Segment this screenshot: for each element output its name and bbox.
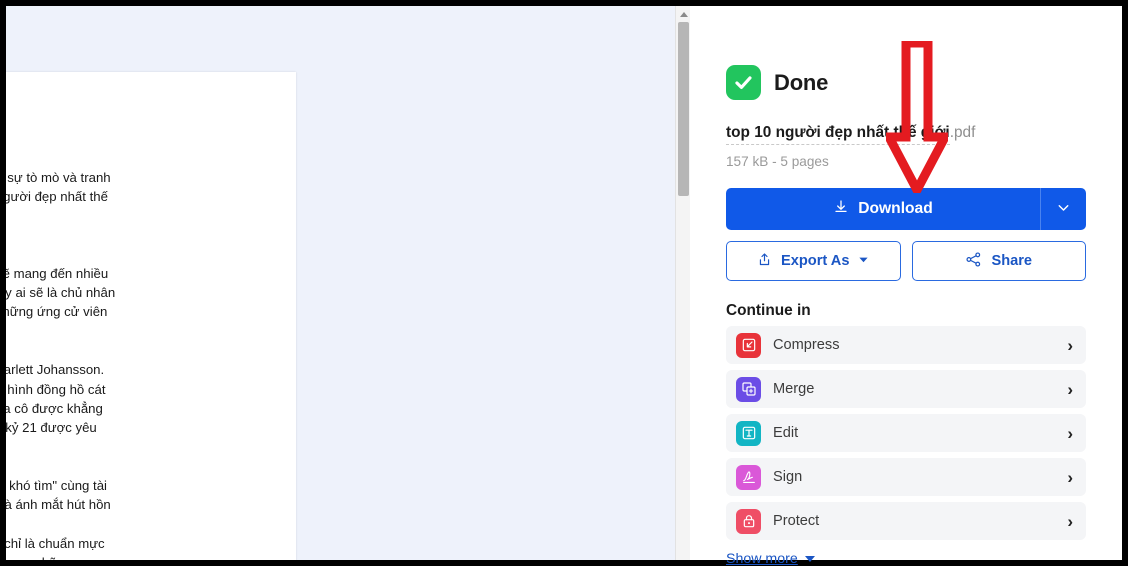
chevron-right-icon: ›	[1067, 335, 1073, 355]
chevron-right-icon: ›	[1067, 467, 1073, 487]
download-button[interactable]: Download	[726, 188, 1040, 230]
scroll-up-arrow-icon[interactable]	[676, 7, 690, 21]
result-panel: Done top 10 người đẹp nhất thế giới .pdf…	[690, 6, 1122, 566]
merge-icon	[736, 376, 761, 402]
document-line: ật mới đầy tiềm năng. Vậy ai sẽ là chủ n…	[6, 285, 116, 301]
document-line: nhất thế giới" hứa hẹn sẽ mang đến nhiều	[6, 265, 109, 281]
document-line: uôn là tâm điểm khơi gợi sự tò mò và tra…	[7, 170, 111, 185]
document-line: n sắc "đỉnh cao" với thân hình đồng hồ c…	[7, 381, 106, 397]
edit-icon	[736, 420, 761, 446]
document-line: g khám phá danh sách những ứng cử viên	[6, 304, 108, 320]
tool-item-merge[interactable]: Merge ›	[726, 370, 1086, 408]
document-line: ở hữu nhan sắc "hiếm có khó tìm" cùng tà…	[9, 477, 107, 493]
tool-item-label: Compress	[773, 337, 840, 353]
compress-icon	[736, 332, 761, 358]
caret-down-icon	[858, 253, 869, 269]
document-line: biểu tượng nhan sắc thế kỷ 21 được yêu	[6, 420, 97, 436]
chevron-right-icon: ›	[1067, 511, 1073, 531]
document-line: ic", Angelina Jolie không chỉ là chuẩn m…	[6, 535, 105, 551]
document-line: t thế giới" 2024!	[6, 322, 274, 341]
caret-down-icon	[804, 556, 815, 562]
download-button-group: Download	[726, 188, 1086, 230]
show-more-label: Show more	[726, 551, 798, 566]
continue-in-tool-list: Compress › Merge › Edit › Sign › Protect ›	[726, 326, 1086, 540]
tool-item-label: Edit	[773, 425, 799, 441]
status-row: Done	[726, 65, 1086, 100]
preview-scrollbar[interactable]	[675, 6, 690, 560]
document-line: oàn cầu.	[6, 514, 274, 533]
secondary-actions-row: Export As Share	[726, 241, 1086, 281]
document-line-gap	[6, 438, 274, 457]
download-options-button[interactable]	[1040, 188, 1086, 230]
chevron-right-icon: ›	[1067, 379, 1073, 399]
status-label: Done	[774, 69, 829, 95]
document-text-body: uôn là tâm điểm khơi gợi sự tò mò và tra…	[6, 168, 274, 560]
tool-item-sign[interactable]: Sign ›	[726, 458, 1086, 496]
document-line: hác lạ, đôi môi gợi cảm và ánh mắt hút h…	[6, 497, 111, 513]
tool-item-edit[interactable]: Edit ›	[726, 414, 1086, 452]
document-line: ng tôi khám phá top 10 người đẹp nhất th…	[6, 189, 108, 205]
tool-item-label: Sign	[773, 469, 803, 485]
share-up-icon	[757, 252, 772, 271]
document-line: thế giới đó là cô nàng Scarlett Johansso…	[6, 362, 105, 378]
tool-item-label: Merge	[773, 381, 815, 397]
file-name-row[interactable]: top 10 người đẹp nhất thế giới .pdf	[726, 124, 1086, 145]
check-icon	[726, 65, 761, 100]
export-as-label: Export As	[781, 253, 850, 269]
document-line: g gợi cảm Hollywood" của cô được khẳng	[6, 400, 103, 416]
chevron-down-icon	[1055, 199, 1072, 219]
share-button[interactable]: Share	[911, 241, 1086, 281]
tool-item-compress[interactable]: Compress ›	[726, 326, 1086, 364]
share-label: Share	[991, 253, 1033, 269]
sign-icon	[736, 464, 761, 490]
document-line: y bão cộng đồng mạng	[6, 226, 274, 245]
document-line: nh hưởng toàn cầu, vượt qua những quy	[6, 553, 274, 560]
scrollbar-thumb[interactable]	[678, 22, 689, 196]
file-extension: .pdf	[949, 124, 976, 141]
document-preview-pane: uôn là tâm điểm khơi gợi sự tò mò và tra…	[6, 6, 690, 560]
export-as-button[interactable]: Export As	[726, 241, 901, 281]
app-root: uôn là tâm điểm khơi gợi sự tò mò và tra…	[0, 0, 1128, 566]
document-line-gap	[6, 245, 274, 264]
tool-item-protect[interactable]: Protect ›	[726, 502, 1086, 540]
document-line: thời gian	[6, 457, 274, 476]
tool-item-label: Protect	[773, 513, 820, 529]
share-nodes-icon	[965, 251, 982, 272]
show-more-link[interactable]: Show more	[726, 551, 815, 566]
download-icon	[833, 199, 849, 220]
file-meta: 157 kB - 5 pages	[726, 154, 829, 169]
document-page: uôn là tâm điểm khơi gợi sự tò mò và tra…	[6, 72, 296, 560]
download-button-label: Download	[858, 200, 933, 217]
document-line: ollywood	[6, 341, 274, 360]
file-name[interactable]: top 10 người đẹp nhất thế giới	[726, 124, 950, 145]
chevron-right-icon: ›	[1067, 423, 1073, 443]
document-line-gap	[6, 207, 274, 226]
continue-in-title: Continue in	[726, 302, 811, 319]
protect-icon	[736, 508, 761, 534]
